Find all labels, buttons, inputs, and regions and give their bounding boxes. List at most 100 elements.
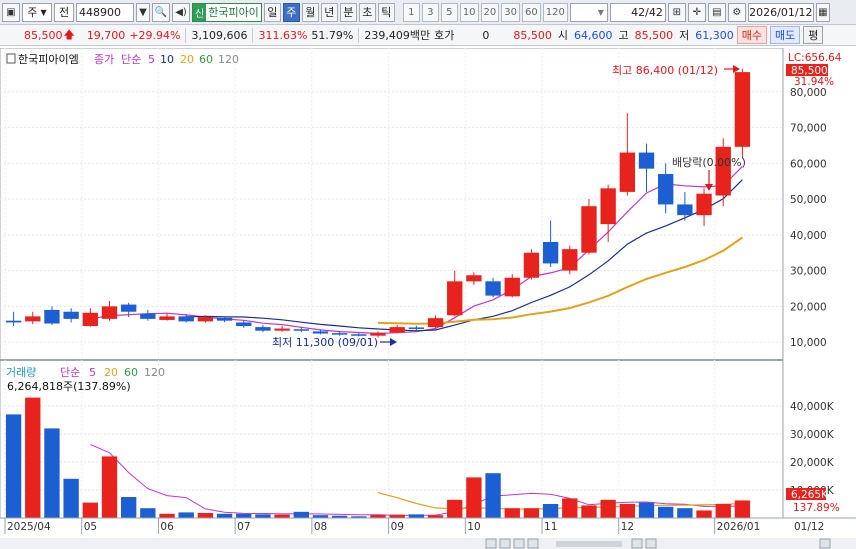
price-tick-label: 20,000: [790, 301, 827, 313]
high-value: 85,500: [634, 28, 674, 42]
date-value: 2026/01/12: [749, 5, 813, 19]
vol-legend-ma5: 5: [89, 366, 96, 379]
divider: [252, 27, 254, 43]
tab-tick[interactable]: 틱: [377, 2, 395, 22]
volume-bar: [236, 513, 252, 518]
candle-body: [658, 174, 674, 205]
candle-body: [197, 317, 214, 322]
divider: [185, 27, 187, 43]
volume-bar: [197, 512, 214, 518]
interval-1[interactable]: 1: [402, 2, 420, 22]
volume-bar: [120, 497, 137, 518]
candle-body: [523, 252, 540, 278]
tab-year[interactable]: 년: [320, 2, 338, 22]
candle-body: [312, 331, 329, 334]
grid-icon[interactable]: ⊞: [667, 2, 686, 22]
volume-bar: [389, 514, 405, 518]
legend-ma20: 20: [180, 53, 194, 66]
tab-second[interactable]: 초: [358, 2, 376, 22]
volume-bar: [101, 456, 118, 518]
stock-name-badge[interactable]: 신 한국피아이: [192, 2, 262, 22]
volume-bar: [255, 514, 271, 518]
chart-area[interactable]: 10,000 20,000 30,000 40,000 50,000 60,000 70,0…: [0, 47, 856, 549]
volume-bar: [25, 397, 41, 518]
low-label: 저: [679, 29, 690, 42]
candle-body: [236, 322, 252, 327]
interval-20[interactable]: 20: [480, 2, 500, 22]
x-tick-label: 2025/04: [7, 521, 51, 533]
buy-button[interactable]: 매수: [736, 26, 767, 44]
window-icon[interactable]: ▣: [2, 2, 20, 22]
search-icon[interactable]: 🔍: [152, 2, 170, 22]
vol-legend-ma120: 120: [144, 366, 165, 379]
low-value: 61,300: [695, 28, 734, 42]
tab-minute[interactable]: 분: [339, 2, 357, 22]
candle-body: [715, 146, 731, 196]
interval-5[interactable]: 5: [440, 2, 458, 22]
volume-bar: [5, 414, 22, 518]
price-tick-label: 30,000: [790, 266, 827, 278]
scroll-first-button[interactable]: [499, 538, 511, 549]
legend-ma5: 5: [148, 53, 155, 66]
volume-legend-name: 거래량: [6, 366, 36, 379]
eval-button[interactable]: 평: [803, 26, 824, 44]
period-select[interactable]: 주 ▼: [22, 2, 52, 22]
scroll-thumb[interactable]: [556, 541, 622, 547]
sell-button[interactable]: 매도: [769, 26, 801, 44]
x-tick-label: 2026/01: [717, 521, 761, 533]
candle-body: [63, 311, 79, 319]
stock-chart[interactable]: 10,000 20,000 30,000 40,000 50,000 60,000 70,0…: [0, 47, 856, 549]
interval-120[interactable]: 120: [542, 2, 568, 22]
tab-week[interactable]: 주: [282, 2, 300, 22]
price-tick-label: 70,000: [790, 123, 827, 135]
x-end-label: 01/12: [794, 521, 824, 533]
interval-60[interactable]: 60: [522, 2, 541, 22]
interval-custom-select[interactable]: ▼: [569, 2, 608, 22]
vol-legend-ma60: 60: [124, 366, 138, 379]
vol-tag: 6,265K: [791, 489, 829, 501]
settings-icon[interactable]: ⚙: [727, 2, 746, 22]
date-axis: 2025/04 05 06 07 08 09 10 11 12 2026/01 01/12: [0, 517, 856, 534]
calendar-icon[interactable]: ▦: [815, 2, 830, 22]
date-input[interactable]: 2026/01/12: [747, 2, 814, 22]
candle-body: [542, 241, 559, 264]
vol-pct-tag: 137.89%: [793, 502, 840, 514]
tab-day[interactable]: 일: [263, 2, 281, 22]
price-tick-label: 10,000: [790, 337, 827, 349]
zoom-in-button[interactable]: [645, 538, 657, 549]
volume-bar: [274, 514, 290, 518]
ask-label: 호가: [434, 29, 455, 42]
scroll-right-button[interactable]: [819, 538, 831, 549]
zoom-out-button[interactable]: [631, 538, 643, 549]
high-annotation: 최고 86,400 (01/12): [612, 64, 718, 77]
candle-body: [25, 316, 41, 322]
candle-body: [638, 152, 655, 169]
chevron-down-icon[interactable]: ▼: [136, 2, 150, 22]
scroll-left-button[interactable]: [485, 538, 497, 549]
candle-body: [408, 327, 425, 329]
x-tick-label: 06: [160, 521, 174, 533]
price-legend-name: 한국피아이엠: [18, 53, 79, 66]
volume-bar: [658, 506, 674, 518]
stock-code-input[interactable]: 448900: [76, 2, 134, 22]
volume-bar: [677, 508, 693, 518]
interval-3[interactable]: 3: [421, 2, 439, 22]
volume-axis: 10,000K20,000K30,000K40,000K: [790, 401, 835, 497]
count-input[interactable]: 42/42: [609, 2, 666, 22]
scroll-stop-button[interactable]: [513, 538, 525, 549]
scrollbar-track[interactable]: [0, 538, 856, 549]
crosshair-icon[interactable]: ✛: [687, 2, 706, 22]
volume-bar: [581, 505, 597, 518]
market-select[interactable]: 전: [54, 2, 74, 22]
volume-pct: 311.63%: [258, 28, 308, 42]
toolbar: ▣ 주 ▼ 전 448900 ▼ 🔍 ◀) 신 한국피아이 일 주 월 년 분 초…: [0, 0, 856, 25]
interval-10[interactable]: 10: [459, 2, 479, 22]
speaker-icon[interactable]: ◀): [172, 2, 190, 22]
volume-bar: [542, 504, 559, 518]
volume-bar: [447, 499, 463, 518]
scroll-next-button[interactable]: [527, 538, 539, 549]
tab-month[interactable]: 월: [301, 2, 319, 22]
interval-30[interactable]: 30: [501, 2, 521, 22]
save-icon[interactable]: ▤: [707, 2, 726, 22]
volume-bar: [715, 504, 731, 518]
